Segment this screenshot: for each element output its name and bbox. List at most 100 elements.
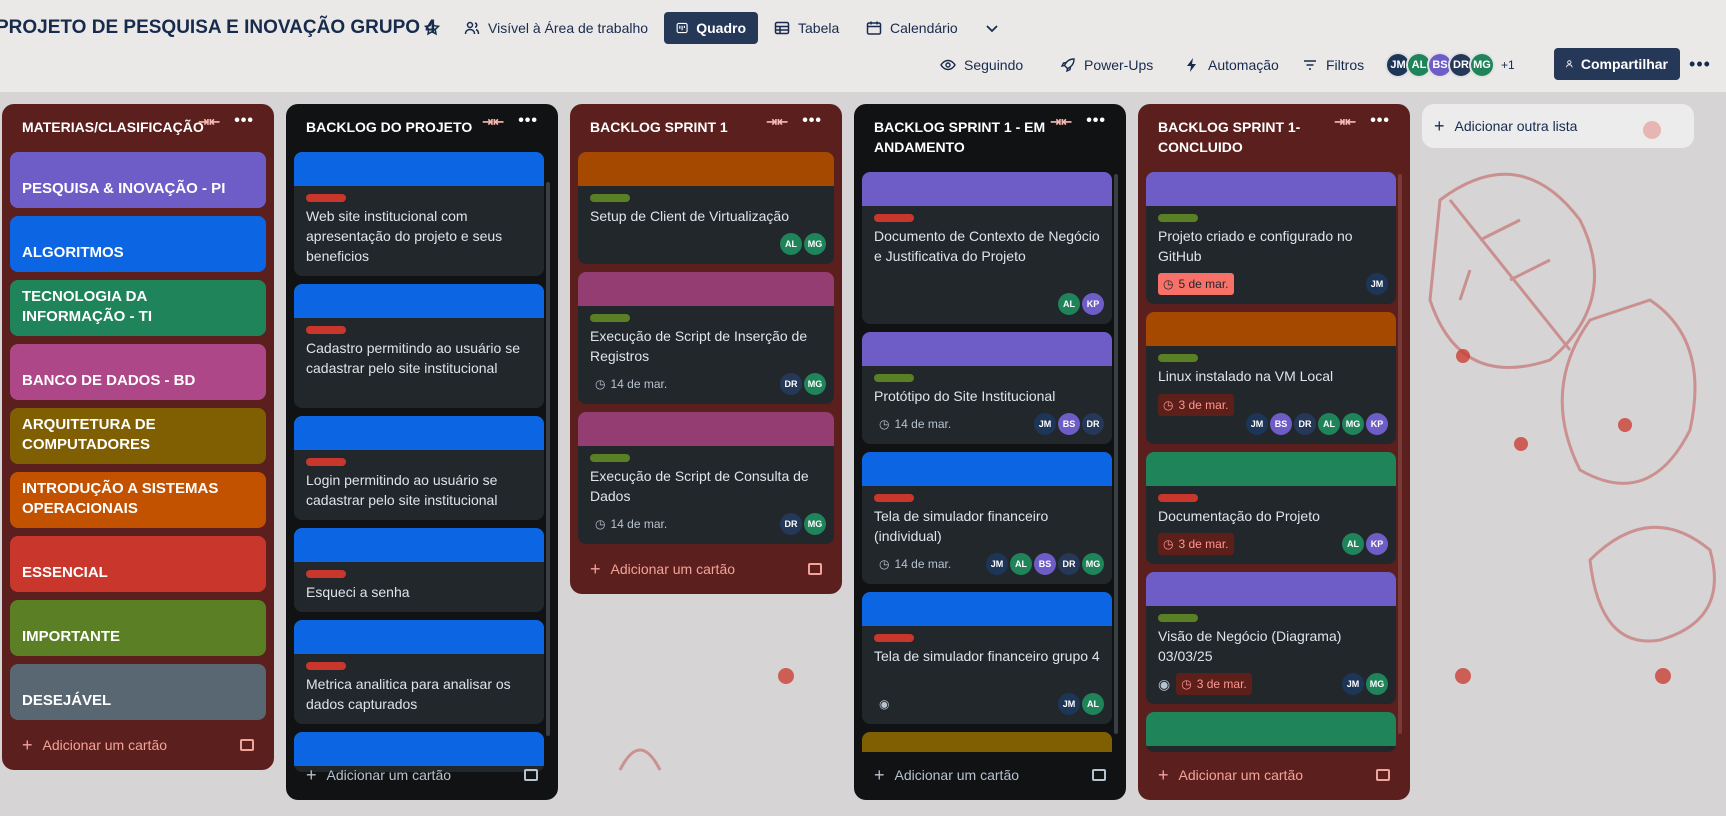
board-title[interactable]: PROJETO DE PESQUISA E INOVAÇÃO GRUPO 4 — [0, 10, 436, 46]
avatar[interactable]: AL — [1318, 413, 1340, 435]
list-item[interactable]: Login permitindo ao usuário se cadastrar… — [294, 416, 544, 520]
list-item[interactable]: Setup de Client de Virtualização AL MG — [578, 152, 834, 264]
avatar[interactable]: KP — [1366, 413, 1388, 435]
list-item[interactable]: Metrica analitica para analisar os dados… — [294, 620, 544, 724]
list-menu-icon[interactable]: ••• — [802, 112, 822, 130]
list-title[interactable]: BACKLOG DO PROJETO — [306, 117, 486, 137]
avatar[interactable]: MG — [1082, 553, 1104, 575]
add-card-button[interactable]: + Adicionar um cartão — [1146, 758, 1402, 792]
list-item[interactable]: DESEJÁVEL — [10, 664, 266, 720]
template-icon[interactable] — [808, 563, 822, 575]
collapse-icon[interactable]: ⇥⇤ — [766, 114, 788, 130]
list-menu-icon[interactable]: ••• — [234, 112, 254, 130]
avatar[interactable]: KP — [1366, 533, 1388, 555]
star-icon[interactable] — [424, 12, 446, 44]
more-members-count[interactable]: +1 — [1501, 58, 1515, 72]
add-card-button[interactable]: + Adicionar um cartão — [862, 758, 1118, 792]
list-item[interactable]: BANCO DE DADOS - BD — [10, 344, 266, 400]
list-item[interactable]: IMPORTANTE — [10, 600, 266, 656]
avatar[interactable]: MG — [1469, 52, 1495, 78]
avatar[interactable]: AL — [1082, 693, 1104, 715]
avatar[interactable]: AL — [1010, 553, 1032, 575]
avatar[interactable]: DR — [780, 373, 802, 395]
avatar[interactable]: JM — [1034, 413, 1056, 435]
list-title[interactable]: BACKLOG SPRINT 1 - EM ANDAMENTO — [874, 117, 1054, 157]
avatar[interactable]: DR — [780, 513, 802, 535]
list-item[interactable]: Linux instalado na VM Local ◷ 3 de mar. J… — [1146, 312, 1396, 444]
list-item[interactable]: Esqueci a senha — [294, 528, 544, 612]
avatar[interactable]: JM — [1246, 413, 1268, 435]
menu-more-icon[interactable]: ••• — [1684, 48, 1716, 80]
list-title[interactable]: MATERIAS/CLASIFICAÇÃO — [22, 117, 204, 137]
list-item[interactable]: ESSENCIAL — [10, 536, 266, 592]
avatar[interactable]: MG — [804, 233, 826, 255]
board-members[interactable]: JM AL BS DR MG +1 — [1385, 49, 1515, 81]
list-item[interactable]: TECNOLOGIA DA INFORMAÇÃO - TI — [10, 280, 266, 336]
add-list-button[interactable]: + Adicionar outra lista — [1422, 104, 1694, 148]
list-item[interactable]: Tela de simulador financeiro (individual… — [862, 452, 1112, 584]
add-card-button[interactable]: + Adicionar um cartão — [578, 552, 834, 586]
list-item[interactable] — [862, 732, 1112, 752]
template-icon[interactable] — [1376, 769, 1390, 781]
list-item[interactable]: Execução de Script de Consulta de Dados … — [578, 412, 834, 544]
avatar[interactable]: BS — [1034, 553, 1056, 575]
due-date[interactable]: ◷ 14 de mar. — [590, 513, 672, 535]
list-item[interactable]: INTRODUÇÃO A SISTEMAS OPERACIONAIS — [10, 472, 266, 528]
visibility-button[interactable]: Visível à Área de trabalho — [456, 12, 656, 44]
avatar[interactable]: DR — [1294, 413, 1316, 435]
list-item[interactable]: Web site institucional com apresentação … — [294, 152, 544, 276]
due-date[interactable]: ◷ 3 de mar. — [1176, 673, 1252, 695]
avatar[interactable]: DR — [1082, 413, 1104, 435]
collapse-icon[interactable]: ⇥⇤ — [1334, 114, 1356, 130]
due-date[interactable]: ◷ 14 de mar. — [874, 413, 956, 435]
scrollbar[interactable] — [546, 182, 550, 736]
view-board-button[interactable]: Quadro — [664, 12, 758, 44]
avatar[interactable]: DR — [1058, 553, 1080, 575]
due-date[interactable]: ◷ 3 de mar. — [1158, 533, 1234, 555]
template-icon[interactable] — [1092, 769, 1106, 781]
list-item[interactable]: ALGORITMOS — [10, 216, 266, 272]
add-card-button[interactable]: + Adicionar um cartão — [294, 758, 550, 792]
list-item[interactable]: Visão de Negócio (Diagrama) 03/03/25 ◉ ◷… — [1146, 572, 1396, 704]
avatar[interactable]: MG — [804, 373, 826, 395]
list-item[interactable]: PESQUISA & INOVAÇÃO - PI — [10, 152, 266, 208]
due-date[interactable]: ◷ 14 de mar. — [590, 373, 672, 395]
list-title[interactable]: BACKLOG SPRINT 1- CONCLUIDO — [1158, 117, 1338, 157]
avatar[interactable]: JM — [1366, 273, 1388, 295]
list-item[interactable]: Documento de Contexto de Negócio e Justi… — [862, 172, 1112, 324]
avatar[interactable]: MG — [1342, 413, 1364, 435]
scrollbar[interactable] — [1114, 174, 1118, 734]
list-item[interactable]: Cadastro permitindo ao usuário se cadast… — [294, 284, 544, 408]
powerups-button[interactable]: Power-Ups — [1052, 49, 1161, 81]
avatar[interactable]: KP — [1082, 293, 1104, 315]
avatar[interactable]: JM — [986, 553, 1008, 575]
list-item[interactable]: ARQUITETURA DE COMPUTADORES — [10, 408, 266, 464]
add-card-button[interactable]: + Adicionar um cartão — [10, 728, 266, 762]
filters-button[interactable]: Filtros — [1294, 49, 1372, 81]
following-button[interactable]: Seguindo — [932, 49, 1031, 81]
list-item[interactable]: Projeto criado e configurado no GitHub ◷… — [1146, 172, 1396, 304]
list-item[interactable]: Execução de Script de Inserção de Regist… — [578, 272, 834, 404]
avatar[interactable]: MG — [804, 513, 826, 535]
due-date[interactable]: ◷ 14 de mar. — [874, 553, 956, 575]
avatar[interactable]: JM — [1342, 673, 1364, 695]
list-menu-icon[interactable]: ••• — [1086, 112, 1106, 130]
avatar[interactable]: AL — [1058, 293, 1080, 315]
view-table-button[interactable]: Tabela — [766, 12, 847, 44]
due-date[interactable]: ◷ 5 de mar. — [1158, 273, 1234, 295]
collapse-icon[interactable]: ⇥⇤ — [1050, 114, 1072, 130]
list-menu-icon[interactable]: ••• — [1370, 112, 1390, 130]
share-button[interactable]: Compartilhar — [1554, 48, 1680, 80]
list-title[interactable]: BACKLOG SPRINT 1 — [590, 117, 770, 137]
list-item[interactable]: Documentação do Projeto ◷ 3 de mar. AL KP — [1146, 452, 1396, 564]
collapse-icon[interactable]: ⇥⇤ — [198, 114, 220, 130]
avatar[interactable]: AL — [780, 233, 802, 255]
scrollbar[interactable] — [1398, 174, 1402, 734]
avatar[interactable]: BS — [1270, 413, 1292, 435]
template-icon[interactable] — [240, 739, 254, 751]
avatar[interactable]: BS — [1058, 413, 1080, 435]
list-item[interactable] — [1146, 712, 1396, 752]
list-item[interactable]: Protótipo do Site Institucional ◷ 14 de m… — [862, 332, 1112, 444]
view-calendar-button[interactable]: Calendário — [858, 12, 966, 44]
more-views-chevron-icon[interactable] — [976, 12, 1008, 44]
